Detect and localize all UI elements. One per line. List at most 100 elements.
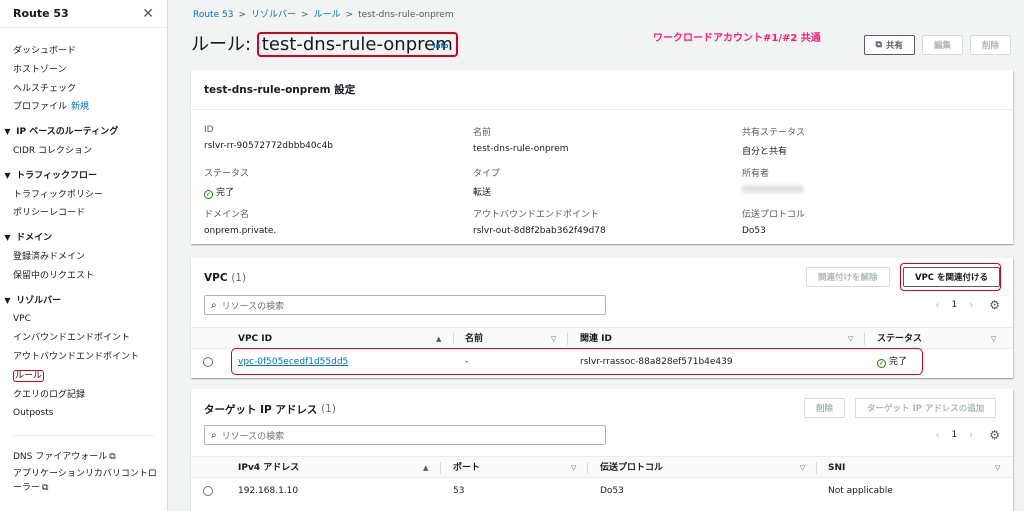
sidebar-item-query-logging[interactable]: クエリのログ記録 [0,386,167,405]
field-label: ドメイン名 [204,210,250,220]
cell-port: 53 [453,486,465,496]
main-content: Route 53 > リゾルバー > ルール > test-dns-rule-onprem … [169,0,1024,511]
sidebar-item-outposts[interactable]: Outposts [0,404,167,423]
column-header-name[interactable]: 名前 [465,328,483,350]
sort-icon[interactable]: ▽ [571,457,576,479]
sidebar-title[interactable]: Route 53 [13,7,69,20]
sidebar-item-arc-cont[interactable]: ーラー ⧉ [0,481,167,495]
table-toolbar: ⌕ リソースの検索 ‹ 1 › ⚙ [204,295,1000,315]
column-header-association-id[interactable]: 関連 ID [580,328,612,350]
column-header-ipv4[interactable]: IPv4 アドレス [238,457,299,479]
delete-target-button[interactable]: 削除 [804,398,846,418]
edit-button[interactable]: 編集 [921,35,963,55]
panel-heading: VPC (1) [191,258,1013,298]
sidebar-section-domains[interactable]: ▼ ドメイン [0,229,167,248]
cell-ipv4: 192.168.1.10 [238,486,299,496]
sidebar-item-hosted-zones[interactable]: ホストゾーン [0,61,167,80]
sidebar-item-cidr-collections[interactable]: CIDR コレクション [0,142,167,161]
panel-count: (1) [231,272,247,284]
status-text: 完了 [216,188,235,198]
settings-gear-icon[interactable]: ⚙ [989,298,1000,312]
caret-down-icon: ▼ [4,127,11,137]
column-header-protocol[interactable]: 伝送プロトコル [600,457,663,479]
sidebar-item-arc[interactable]: アプリケーションリカバリコントロ [0,467,167,481]
field-label: 共有ステータス [742,128,806,138]
pagination: ‹ 1 › ⚙ [936,295,1001,315]
prev-page-icon[interactable]: ‹ [936,300,940,311]
settings-gear-icon[interactable]: ⚙ [989,428,1000,442]
field-label: アウトバウンドエンドポイント [473,210,600,220]
column-header-status[interactable]: ステータス [877,328,922,350]
caret-down-icon: ▼ [4,170,11,180]
cell-protocol: Do53 [600,486,624,496]
breadcrumb-rules[interactable]: ルール [314,10,341,20]
sort-asc-icon[interactable]: ▲ [423,457,428,479]
search-placeholder: リソースの検索 [221,431,285,442]
panel-title: ターゲット IP アドレス [204,403,318,416]
sidebar-section-ip-routing[interactable]: ▼ IP ベースのルーティング [0,123,167,142]
table-header: VPC ID ▲ 名前 ▽ 関連 ID ▽ ステータス ▽ [191,327,1013,349]
search-input[interactable]: ⌕ リソースの検索 [204,425,606,445]
sidebar-item-label: ーラー [13,482,41,493]
breadcrumb-route53[interactable]: Route 53 [193,10,233,20]
sidebar-item-outbound-endpoints[interactable]: アウトバウンドエンドポイント [0,348,167,367]
next-page-icon[interactable]: › [969,430,973,441]
delete-button[interactable]: 削除 [969,35,1011,55]
sidebar-item-profiles[interactable]: プロファイル 新規 [0,98,167,117]
close-icon[interactable]: ✕ [142,6,154,22]
field-id: ID rslvr-rr-90572772dbbb40c4b [204,125,333,151]
sort-icon[interactable]: ▽ [995,457,1000,479]
sidebar-item-traffic-policies[interactable]: トラフィックポリシー [0,186,167,205]
table-row[interactable]: 192.168.1.10 53 Do53 Not applicable [191,479,1013,503]
field-type: タイプ 転送 [473,166,500,198]
field-share-status: 共有ステータス 自分と共有 [742,125,805,157]
sidebar-item-policy-records[interactable]: ポリシーレコード [0,204,167,223]
sidebar-item-pending-requests[interactable]: 保留中のリクエスト [0,267,167,286]
breadcrumb-separator: > [238,10,246,20]
field-label: 所有者 [742,169,770,179]
sidebar-item-health-checks[interactable]: ヘルスチェック [0,80,167,99]
search-input[interactable]: ⌕ リソースの検索 [204,295,606,315]
page-number[interactable]: 1 [952,430,958,440]
field-label: 名前 [473,128,492,138]
disassociate-button[interactable]: 関連付けを解除 [806,267,890,287]
page-number[interactable]: 1 [952,300,958,310]
settings-panel: test-dns-rule-onprem 設定 ID rslvr-rr-9057… [191,70,1013,244]
sidebar-item-dashboard[interactable]: ダッシュボード [0,42,167,61]
sort-icon[interactable]: ▽ [800,457,805,479]
column-header-vpc-id[interactable]: VPC ID [238,328,272,350]
prev-page-icon[interactable]: ‹ [936,430,940,441]
annotation-text: ワークロードアカウント#1/#2 共通 [653,33,821,44]
caret-down-icon: ▼ [4,233,11,243]
breadcrumb-current: test-dns-rule-onprem [358,10,454,20]
info-link[interactable]: Info [433,42,448,50]
sort-icon[interactable]: ▽ [551,328,556,350]
caret-down-icon: ▼ [4,295,11,305]
sort-icon[interactable]: ▽ [848,328,853,350]
sidebar-item-registered-domains[interactable]: 登録済みドメイン [0,248,167,267]
sidebar-item-dns-firewall[interactable]: DNS ファイアウォール ⧉ [0,448,167,467]
column-header-port[interactable]: ポート [453,457,480,479]
add-target-ip-button[interactable]: ターゲット IP アドレスの追加 [855,398,997,418]
sort-icon[interactable]: ▽ [991,328,996,350]
panel-heading: test-dns-rule-onprem 設定 [191,70,1013,110]
share-button[interactable]: ⧉ 共有 [863,35,915,55]
next-page-icon[interactable]: › [969,300,973,311]
sidebar-item-label: ルール [13,369,45,382]
field-label: ステータス [204,169,250,179]
sidebar-item-inbound-endpoints[interactable]: インバウンドエンドポイント [0,329,167,348]
breadcrumb-resolver[interactable]: リゾルバー [251,10,296,20]
row-select-radio[interactable] [203,486,213,496]
row-select-radio[interactable] [203,357,213,367]
panel-title: VPC [204,272,228,284]
field-domain: ドメイン名 onprem.private. [204,207,276,236]
sidebar-item-rules[interactable]: ルール [0,367,167,386]
sidebar-section-resolver[interactable]: ▼ リゾルバー [0,292,167,311]
sort-asc-icon[interactable]: ▲ [436,328,441,350]
section-title: ドメイン [16,233,53,244]
field-value: 転送 [473,188,492,198]
column-header-sni[interactable]: SNI [828,457,845,479]
sidebar-section-traffic-flow[interactable]: ▼ トラフィックフロー [0,167,167,186]
sidebar-item-vpcs[interactable]: VPC [0,310,167,329]
external-link-icon: ⧉ [109,452,116,463]
